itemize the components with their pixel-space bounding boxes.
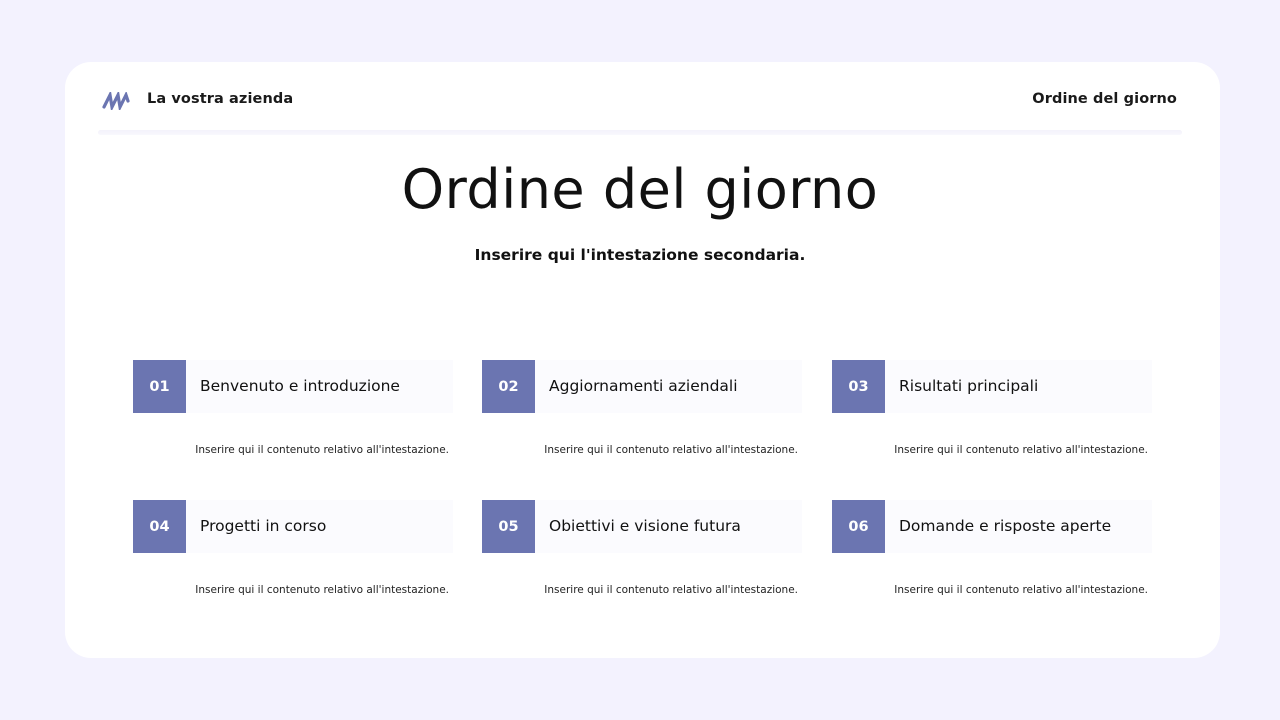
agenda-item-01: 01 Benvenuto e introduzione Inserire qui… (133, 360, 453, 470)
slide-card: La vostra azienda Ordine del giorno Ordi… (65, 62, 1220, 658)
agenda-item-content: Inserire qui il contenuto relativo all'i… (195, 584, 449, 596)
agenda-item-heading: Benvenuto e introduzione (200, 377, 400, 395)
agenda-item-content: Inserire qui il contenuto relativo all'i… (544, 444, 798, 456)
page-title: Ordine del giorno (401, 158, 879, 221)
agenda-item-02: 02 Aggiornamenti aziendali Inserire qui … (482, 360, 802, 470)
agenda-item-number: 06 (832, 500, 885, 553)
agenda-item-content: Inserire qui il contenuto relativo all'i… (544, 584, 798, 596)
agenda-item-number: 05 (482, 500, 535, 553)
agenda-item-content: Inserire qui il contenuto relativo all'i… (195, 444, 449, 456)
agenda-item-number: 01 (133, 360, 186, 413)
page-subtitle: Inserire qui l'intestazione secondaria. (474, 246, 806, 264)
agenda-item-heading: Obiettivi e visione futura (549, 517, 741, 535)
agenda-item-number: 02 (482, 360, 535, 413)
slide-header: La vostra azienda Ordine del giorno (65, 62, 1220, 135)
company-name: La vostra azienda (147, 91, 294, 107)
agenda-item-content: Inserire qui il contenuto relativo all'i… (894, 584, 1148, 596)
header-section-label: Ordine del giorno (1032, 91, 1177, 107)
stripes-logo-icon (102, 92, 130, 110)
agenda-item-heading: Progetti in corso (200, 517, 327, 535)
agenda-item-number: 03 (832, 360, 885, 413)
header-divider (98, 130, 1182, 135)
agenda-item-06: 06 Domande e risposte aperte Inserire qu… (832, 500, 1152, 610)
agenda-item-heading: Risultati principali (899, 377, 1039, 395)
agenda-item-number: 04 (133, 500, 186, 553)
agenda-item-03: 03 Risultati principali Inserire qui il … (832, 360, 1152, 470)
agenda-item-heading: Domande e risposte aperte (899, 517, 1112, 535)
agenda-item-04: 04 Progetti in corso Inserire qui il con… (133, 500, 453, 610)
agenda-item-heading: Aggiornamenti aziendali (549, 377, 738, 395)
agenda-item-05: 05 Obiettivi e visione futura Inserire q… (482, 500, 802, 610)
agenda-item-content: Inserire qui il contenuto relativo all'i… (894, 444, 1148, 456)
